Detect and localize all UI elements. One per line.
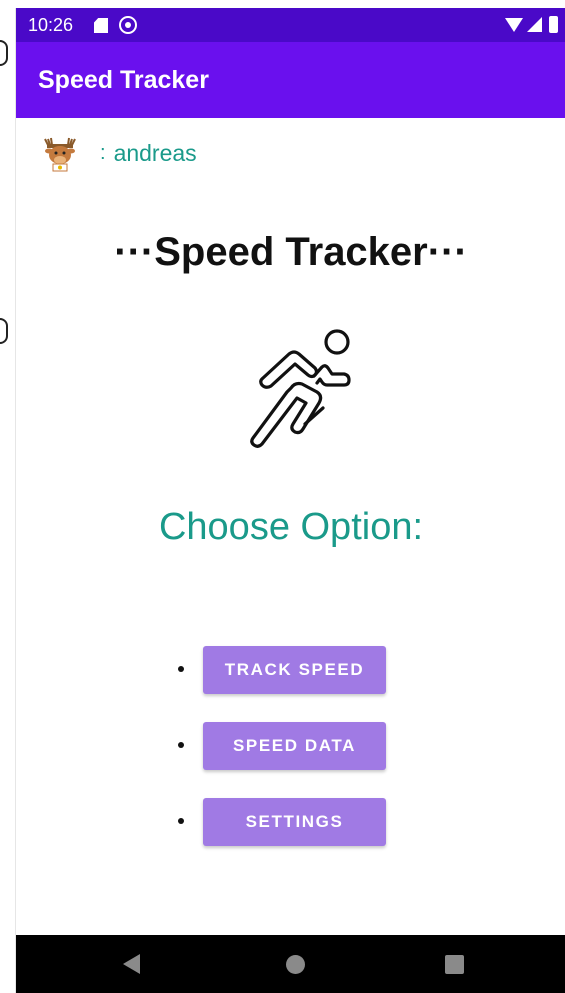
user-row: : andreas [40,133,197,173]
page-title: ···Speed Tracker··· [114,230,468,274]
frame-mark [0,40,8,66]
signal-icon [527,17,542,32]
wifi-icon [505,18,523,32]
frame-mark [0,318,8,344]
choose-option-label: Choose Option: [158,506,424,548]
option-row-track-speed: TRACK SPEED [174,646,414,696]
option-row-settings: SETTINGS [174,798,414,848]
battery-icon [549,16,558,33]
settings-button[interactable]: SETTINGS [203,798,386,846]
moose-avatar-icon [40,133,80,173]
bullet-icon [178,818,184,824]
speed-data-button[interactable]: SPEED DATA [203,722,386,770]
track-speed-button[interactable]: TRACK SPEED [203,646,386,694]
runner-icon [231,326,357,450]
app-bar: Speed Tracker [16,42,565,118]
back-icon[interactable] [123,954,140,974]
status-bar: 10:26 [16,8,565,42]
option-row-speed-data: SPEED DATA [174,722,414,772]
status-time: 10:26 [28,15,74,35]
device-frame-edge [0,0,15,993]
phone-screen: 10:26 Speed Tracker : andreas ···Speed T… [15,8,565,993]
recents-icon[interactable] [445,955,464,974]
username-label: andreas [113,139,197,166]
sync-icon [119,16,137,34]
bullet-icon [178,742,184,748]
home-icon[interactable] [286,955,305,974]
bullet-icon [178,666,184,672]
sd-card-icon [94,18,108,33]
navigation-bar [16,935,565,993]
app-title: Speed Tracker [38,66,209,94]
user-separator: : [100,141,106,164]
